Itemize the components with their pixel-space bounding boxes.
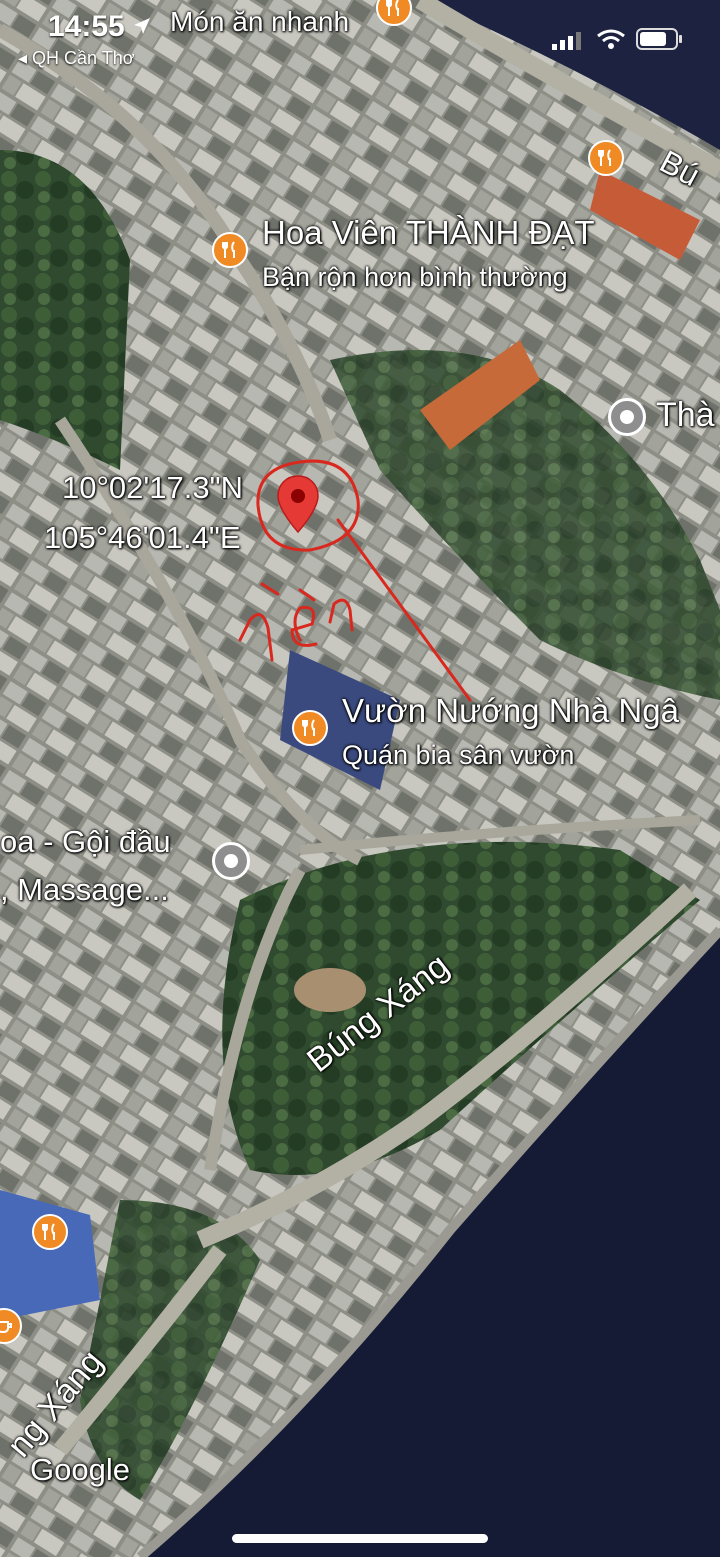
place-icon[interactable] [212,842,250,880]
pin-latitude: 10°02'17.3"N [62,470,244,505]
place-subtitle-hoa-vien: Bận rộn hơn bình thường [262,262,568,292]
restaurant-icon[interactable] [292,710,328,746]
place-icon[interactable] [608,398,646,436]
place-name-vuon-nuong[interactable]: Vườn Nướng Nhà Ngâ [342,692,679,730]
cellular-signal-icon [552,32,581,50]
dropped-pin-icon[interactable] [276,474,320,534]
status-bar: 14:55 ◂ QH Cần Thơ [0,0,720,72]
wifi-icon [597,29,625,49]
place-name-mon-an-nhanh[interactable]: Món ăn nhanh [170,6,349,38]
home-indicator[interactable] [232,1534,488,1543]
back-to-app-link[interactable]: ◂ QH Cần Thơ [18,48,135,69]
pin-longitude: 105°46'01.4"E [44,520,241,555]
map-screen[interactable]: 14:55 ◂ QH Cần Thơ Món ăn nhanh Bú Hoa V… [0,0,720,1557]
place-subtitle-spa: , Massage... [0,872,169,907]
place-name-spa[interactable]: oa - Gội đầu [0,824,171,860]
location-arrow-icon [134,18,150,34]
restaurant-icon[interactable] [212,232,248,268]
restaurant-icon[interactable] [32,1214,68,1250]
place-name-hoa-vien[interactable]: Hoa Viên THÀNH ĐẠT [262,214,595,252]
battery-icon [636,28,682,50]
place-subtitle-vuon-nuong: Quán bia sân vườn [342,740,575,770]
restaurant-icon[interactable] [588,140,624,176]
place-name-tha[interactable]: Thà [656,396,715,435]
google-attribution: Google [30,1452,130,1487]
clock: 14:55 [48,10,125,43]
